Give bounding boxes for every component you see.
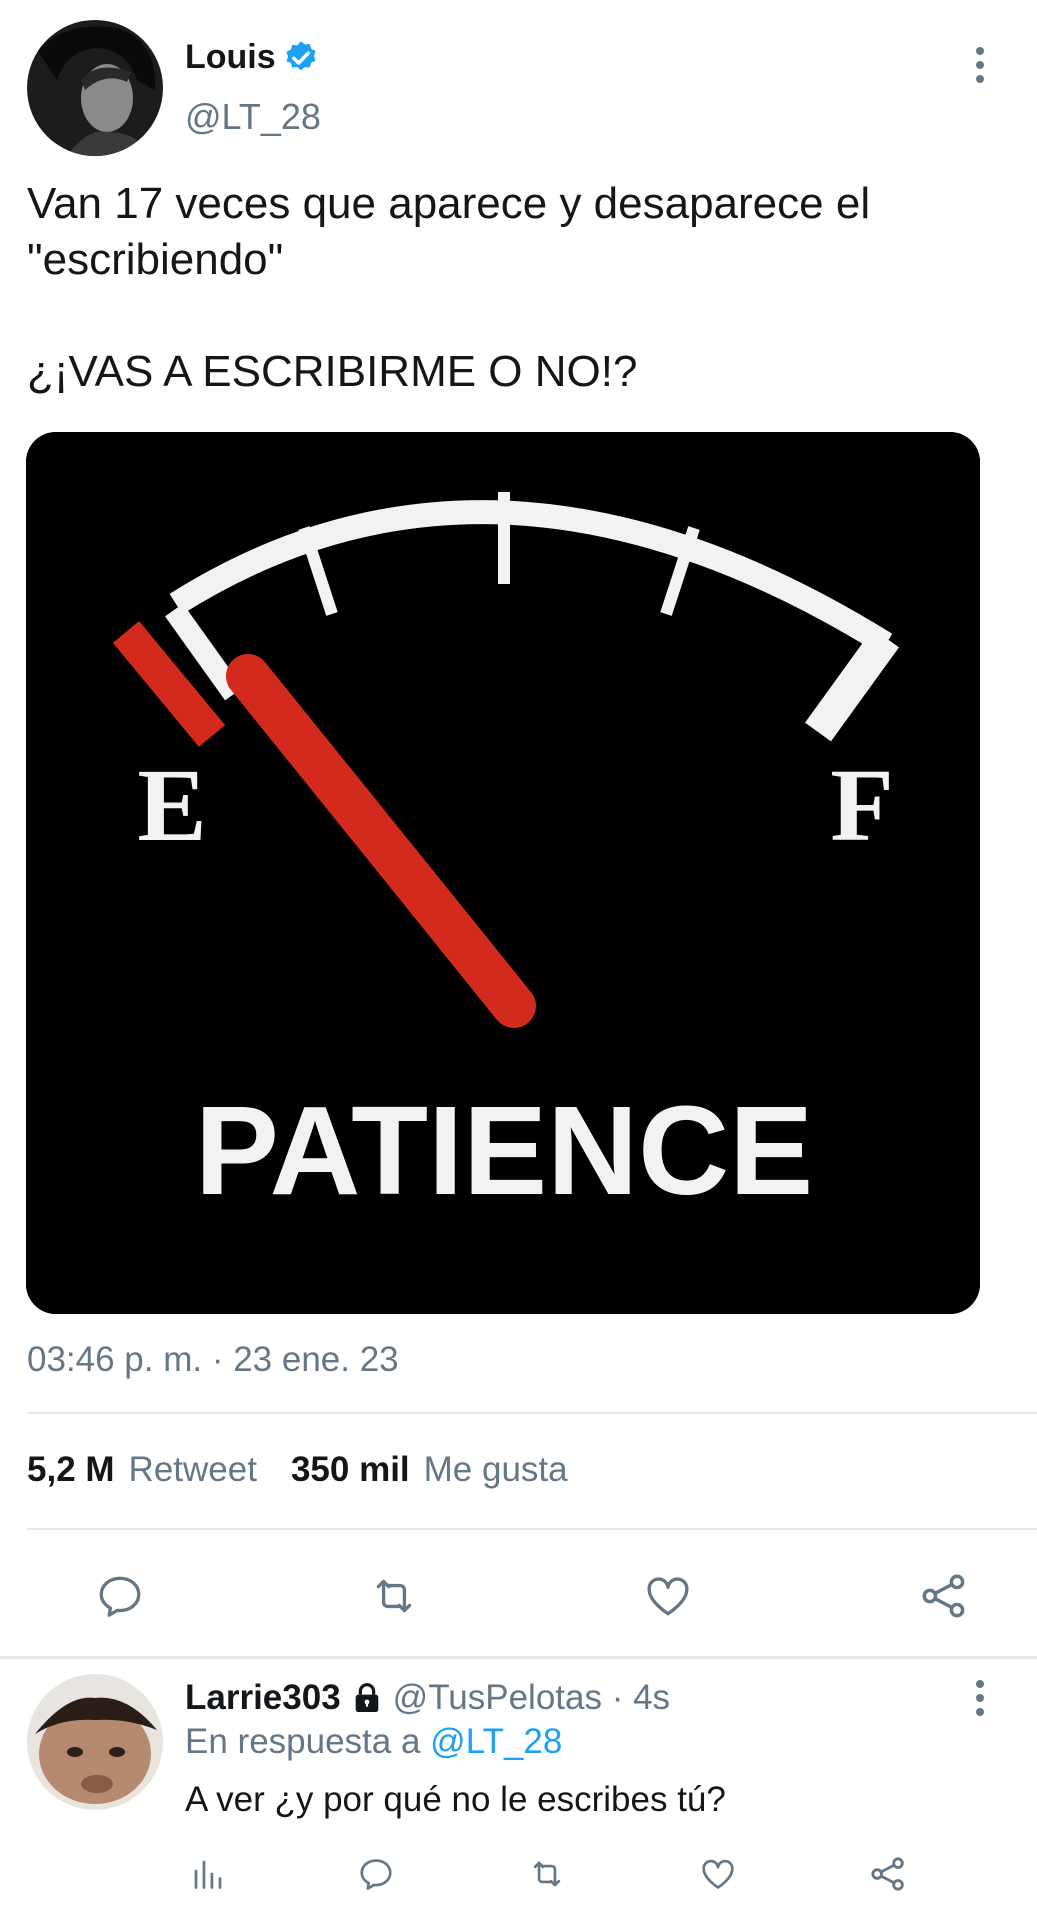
- tweet-text-spacer: [27, 288, 987, 344]
- retweet-button[interactable]: [362, 1566, 426, 1626]
- like-icon: [702, 1859, 734, 1889]
- verified-badge-icon: [282, 39, 320, 77]
- more-vertical-icon: [976, 1680, 984, 1716]
- author-display-name[interactable]: Louis: [185, 38, 276, 77]
- gauge-caption: PATIENCE: [195, 1080, 813, 1221]
- author-avatar[interactable]: [27, 20, 163, 156]
- retweet-icon: [533, 1861, 561, 1887]
- in-reply-to-mention[interactable]: @LT_28: [430, 1722, 562, 1761]
- like-count[interactable]: 350 mil: [291, 1450, 410, 1490]
- reply-like-button[interactable]: [696, 1850, 740, 1898]
- gauge-empty-label: E: [137, 748, 206, 863]
- like-button[interactable]: [636, 1566, 700, 1626]
- reply-display-name[interactable]: Larrie303: [185, 1678, 341, 1718]
- like-icon: [647, 1577, 689, 1616]
- reply-button[interactable]: [88, 1566, 152, 1626]
- gauge-full-label: F: [830, 748, 894, 863]
- reply-handle-time[interactable]: @TusPelotas · 4s: [393, 1678, 670, 1718]
- retweet-count[interactable]: 5,2 M: [27, 1450, 115, 1490]
- reply-icon: [99, 1576, 141, 1617]
- divider: [27, 1528, 1037, 1530]
- more-vertical-icon: [976, 47, 984, 83]
- in-reply-to-prefix: En respuesta a: [185, 1722, 421, 1761]
- share-button[interactable]: [912, 1566, 976, 1626]
- reply-author-avatar[interactable]: [27, 1674, 163, 1810]
- retweet-label[interactable]: Retweet: [129, 1450, 257, 1490]
- tweet-text-line: Van 17 veces que aparece y desaparece el: [27, 179, 871, 228]
- tweet-more-options-button[interactable]: [960, 35, 1000, 95]
- divider: [27, 1412, 1037, 1414]
- reply-reply-button[interactable]: [354, 1850, 398, 1898]
- like-label[interactable]: Me gusta: [424, 1450, 568, 1490]
- reply-icon: [360, 1859, 392, 1890]
- author-handle[interactable]: @LT_28: [185, 96, 321, 138]
- divider: [0, 1656, 1037, 1659]
- tweet-text: Van 17 veces que aparece y desaparece el…: [27, 176, 987, 400]
- reply-header: Larrie303 @TusPelotas · 4s: [185, 1678, 670, 1718]
- lock-icon: [351, 1681, 383, 1715]
- in-reply-to: En respuesta a @LT_28: [185, 1722, 562, 1762]
- reply-more-options-button[interactable]: [960, 1668, 1000, 1728]
- reply-text: A ver ¿y por qué no le escribes tú?: [185, 1780, 726, 1819]
- tweet-timestamp[interactable]: 03:46 p. m. · 23 ene. 23: [27, 1340, 399, 1380]
- share-icon: [922, 1574, 965, 1618]
- tweet-text-line: ¿¡VAS A ESCRIBIRME O NO!?: [27, 347, 638, 396]
- reply-share-button[interactable]: [866, 1850, 910, 1898]
- author-name-row[interactable]: Louis: [185, 38, 320, 77]
- retweet-icon: [376, 1579, 412, 1613]
- analytics-icon: [194, 1860, 222, 1889]
- tweet-media-image[interactable]: E F PATIENCE: [26, 432, 980, 1314]
- reply-analytics-button[interactable]: [186, 1850, 230, 1898]
- share-icon: [871, 1857, 904, 1891]
- reply-retweet-button[interactable]: [524, 1850, 570, 1898]
- tweet-text-line: "escribiendo": [27, 235, 284, 284]
- tweet-stats: 5,2 M Retweet 350 mil Me gusta: [27, 1450, 568, 1490]
